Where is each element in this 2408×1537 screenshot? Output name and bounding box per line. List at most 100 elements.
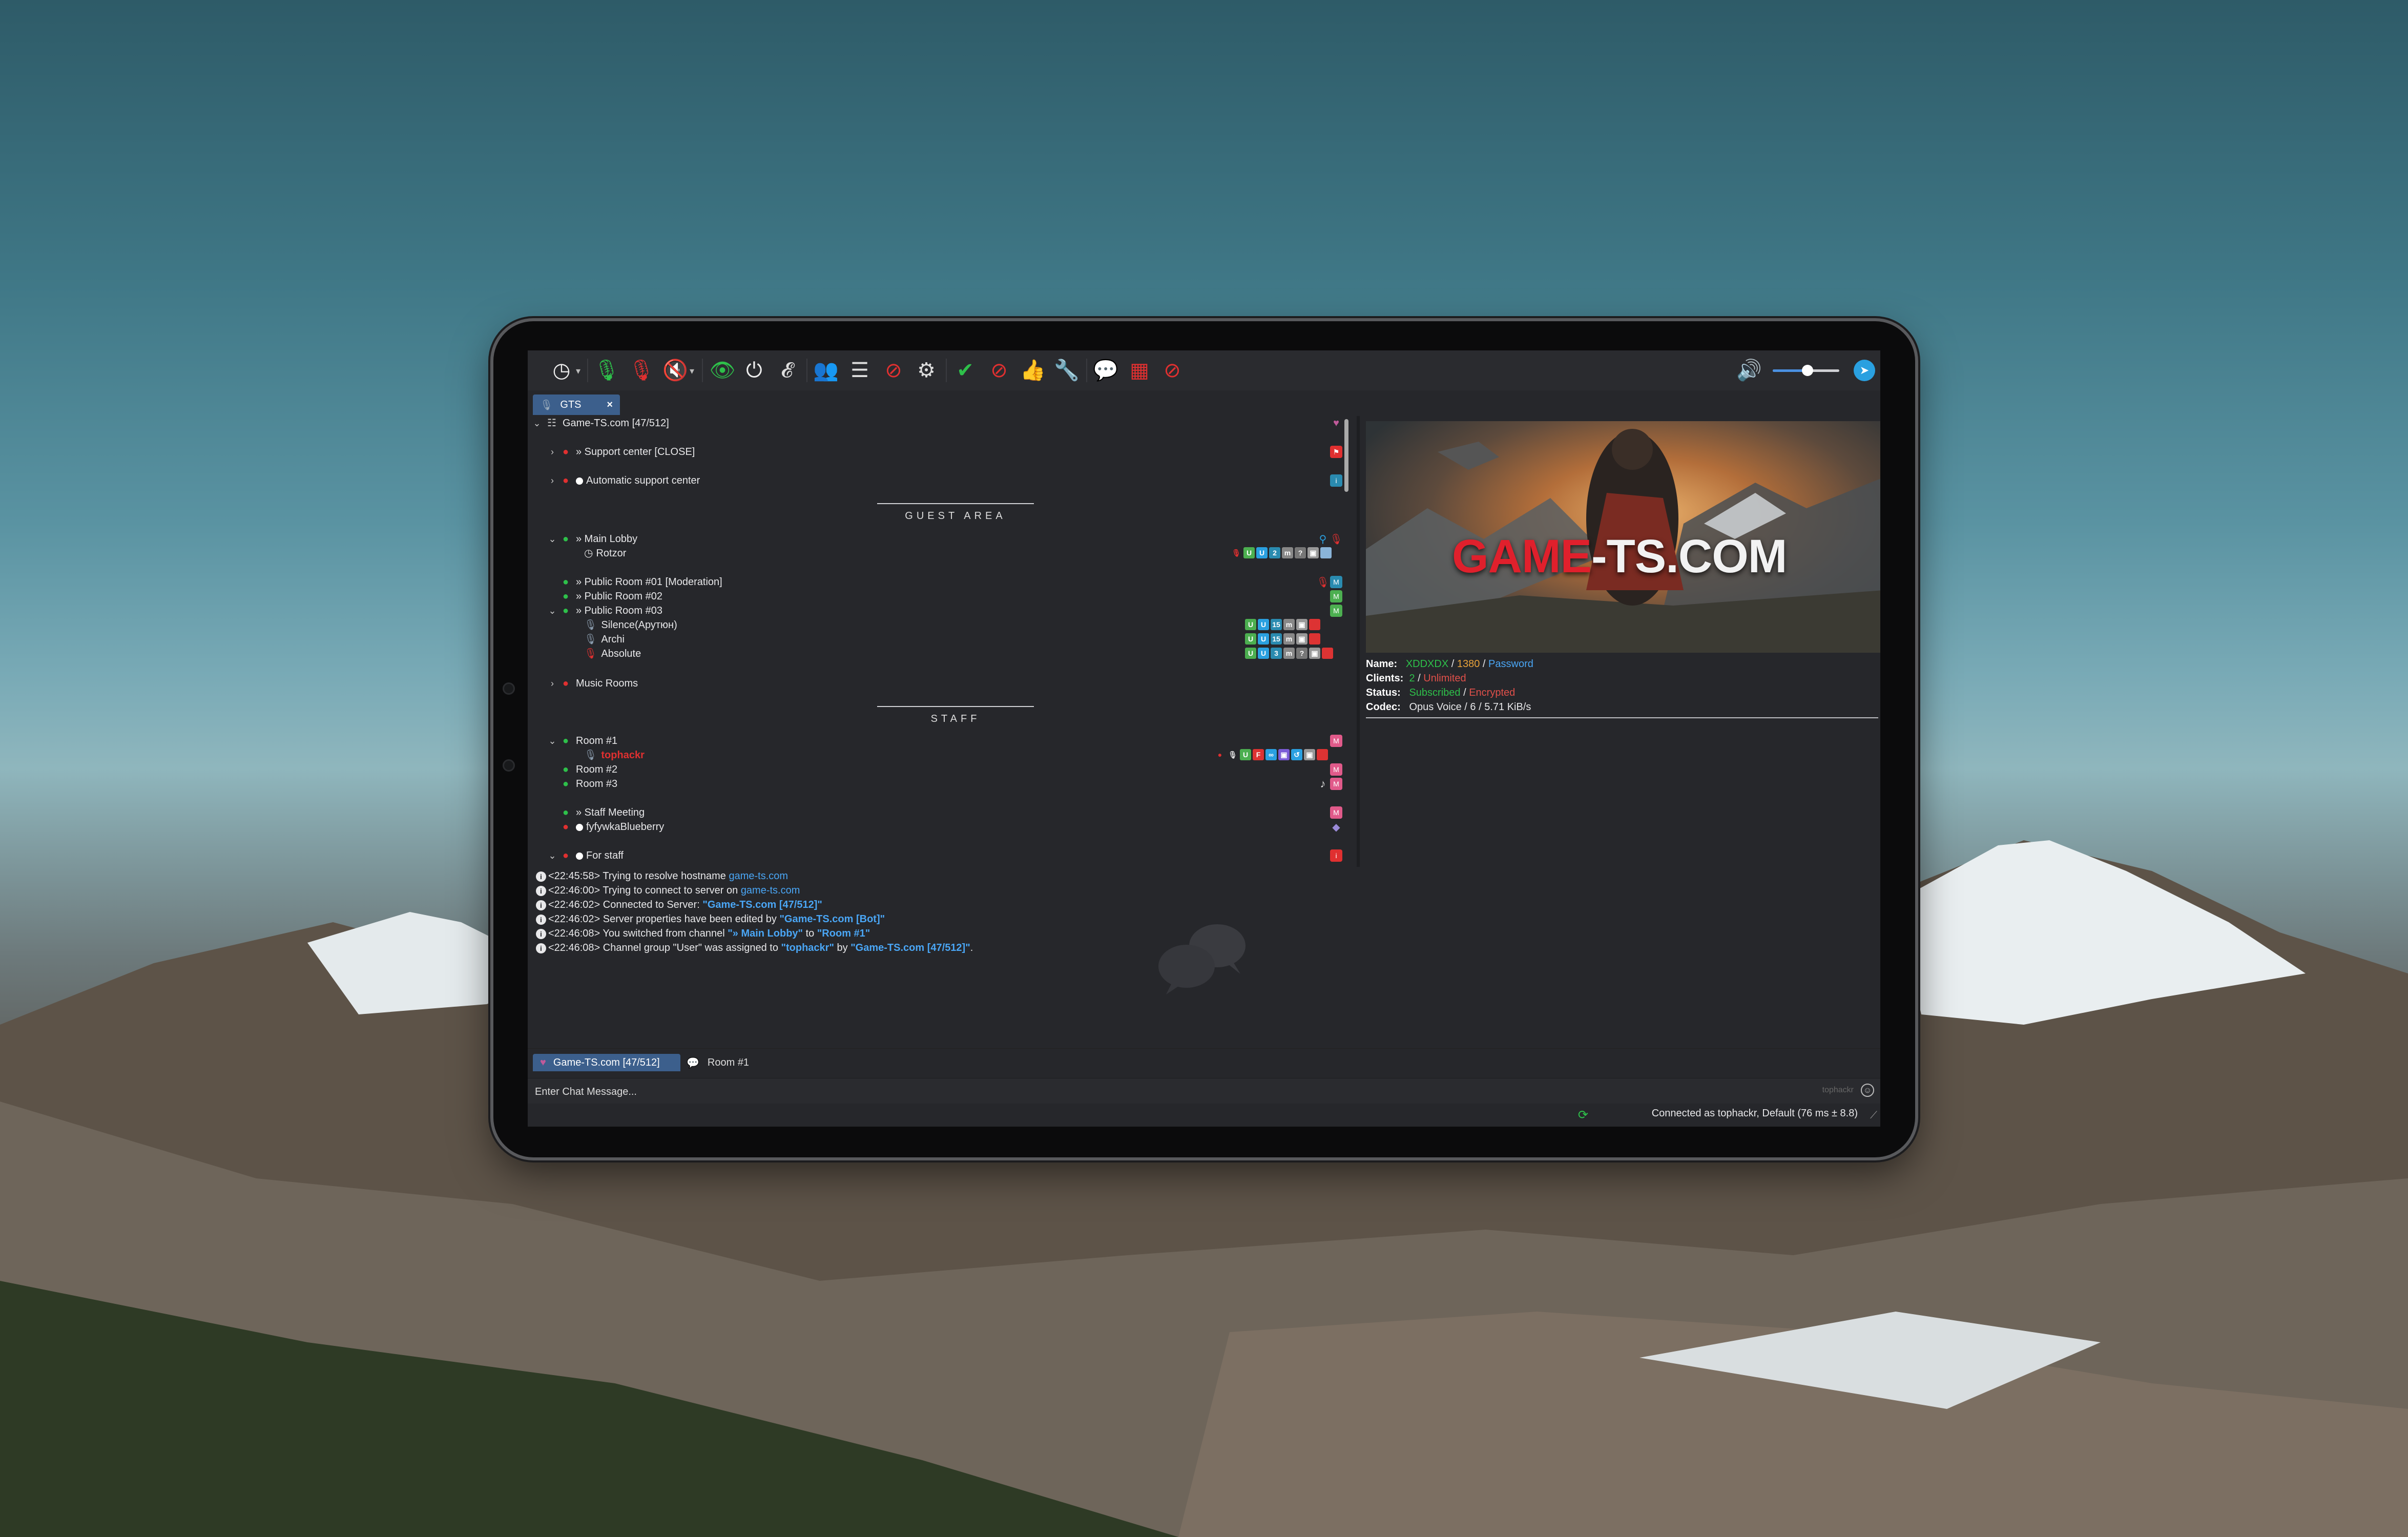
log-text: . bbox=[970, 942, 973, 953]
chat-box-icon[interactable]: ▦ bbox=[1127, 358, 1152, 383]
clients-value: 2 bbox=[1409, 673, 1415, 684]
badge-icon: 2 bbox=[1269, 547, 1280, 558]
chevron-right-icon[interactable]: › bbox=[547, 473, 557, 488]
chevron-down-icon[interactable]: ⌄ bbox=[547, 604, 557, 618]
log-link[interactable]: game-ts.com bbox=[729, 870, 788, 882]
chat-message-input[interactable] bbox=[534, 1084, 1791, 1100]
volume-icon[interactable]: 🔊 bbox=[1736, 358, 1762, 383]
badge-icon: U bbox=[1245, 619, 1256, 630]
status-dot bbox=[576, 477, 583, 485]
server-list-icon[interactable]: ☰ bbox=[847, 358, 872, 383]
info-label: Name: bbox=[1366, 658, 1398, 670]
contacts-icon[interactable]: 👥 bbox=[813, 358, 839, 383]
no-chat-icon[interactable]: ⊘ bbox=[1160, 358, 1185, 383]
chat-tab-label: Room #1 bbox=[707, 1056, 750, 1068]
info-divider bbox=[1366, 717, 1878, 718]
user-archi[interactable]: 🎙 Archi bbox=[584, 632, 625, 647]
log-link[interactable]: "» Main Lobby" bbox=[728, 928, 803, 939]
channel-icon: ● bbox=[563, 764, 569, 775]
info-icon: i bbox=[1330, 474, 1342, 487]
server-name-value: XDDXDX bbox=[1405, 658, 1449, 670]
log-link[interactable]: "Room #1" bbox=[817, 928, 870, 939]
badge-icon: 15 bbox=[1271, 633, 1282, 645]
speaker-muted-icon[interactable]: 🔇 bbox=[662, 358, 688, 383]
password-link[interactable]: Password bbox=[1488, 658, 1533, 670]
ear-icon[interactable]: 𝓔 bbox=[775, 358, 799, 383]
user-silence[interactable]: 🎙 Silence(Арутюн) bbox=[584, 618, 677, 632]
channel-label: Room #1 bbox=[576, 735, 618, 746]
wrench-icon[interactable]: 🔧 bbox=[1054, 358, 1080, 383]
badge-icon: U bbox=[1258, 633, 1269, 645]
badge-icon: U bbox=[1256, 547, 1268, 558]
server-name: Game-TS.com [47/512] bbox=[563, 418, 669, 429]
channel-type-icon: M bbox=[1330, 806, 1342, 819]
chevron-down-icon[interactable]: ⌄ bbox=[547, 532, 557, 546]
flag-icon bbox=[1309, 619, 1320, 630]
resize-grip-icon[interactable]: ⟋ bbox=[1870, 1110, 1877, 1121]
mic-muted-icon[interactable]: 🎙 bbox=[629, 358, 655, 383]
flag-icon bbox=[1309, 633, 1320, 645]
channel-type-icon: M bbox=[1330, 735, 1342, 747]
channel-type-icon: M bbox=[1330, 778, 1342, 790]
log-link[interactable]: "tophackr" bbox=[781, 942, 834, 953]
server-log: i <22:45:58> Trying to resolve hostname g… bbox=[528, 869, 1880, 1052]
log-line: i <22:46:08> Channel group "User" was ass… bbox=[536, 941, 973, 955]
info-icon: i bbox=[536, 928, 546, 939]
chevron-down-icon[interactable]: ▾ bbox=[690, 366, 694, 377]
user-name: Absolute bbox=[601, 648, 641, 659]
microphone-icon[interactable]: 🎙 bbox=[594, 358, 620, 383]
emoji-icon[interactable]: ☺ bbox=[1861, 1084, 1874, 1097]
server-tab-gts[interactable]: 🎙 GTS × bbox=[533, 394, 620, 415]
log-text: by bbox=[834, 942, 851, 953]
chevron-down-icon[interactable]: ▾ bbox=[576, 366, 580, 377]
volume-handle[interactable] bbox=[1801, 365, 1813, 376]
chat-tab-server[interactable]: ♥ Game-TS.com [47/512] bbox=[533, 1054, 680, 1071]
channel-icon: ● bbox=[563, 591, 569, 602]
user-absolute[interactable]: 🎙 Absolute bbox=[584, 647, 641, 661]
log-text: Trying to resolve hostname bbox=[603, 870, 729, 882]
teamspeak-window: ◷ ▾ 🎙 🎙 🔇 ▾ 👁 ⏻ 𝓔 👥 ☰ ⊘ ⚙ ✔ ⊘ 👍 🔧 💬 ▦ ⊘ … bbox=[528, 350, 1880, 1127]
badge-icon: ▣ bbox=[1309, 648, 1320, 659]
banner-logo: GAME-TS.COM bbox=[1452, 530, 1787, 584]
chevron-right-icon[interactable]: › bbox=[547, 676, 557, 691]
user-name: Rotzor bbox=[596, 548, 627, 559]
user-name: Archi bbox=[601, 634, 625, 645]
log-link[interactable]: game-ts.com bbox=[741, 885, 800, 896]
log-link[interactable]: "Game-TS.com [47/512]" bbox=[702, 899, 822, 910]
eye-icon[interactable]: 👁 bbox=[710, 358, 736, 383]
info-codec-row: Codec: Opus Voice / 6 / 5.71 KiB/s bbox=[1366, 700, 1531, 714]
camera-dot bbox=[503, 682, 515, 695]
settings-icon[interactable]: ⚙ bbox=[914, 358, 939, 383]
log-link[interactable]: "Game-TS.com [47/512]" bbox=[850, 942, 970, 953]
badge-icon: ▣ bbox=[1296, 619, 1307, 630]
server-banner[interactable]: GAME-TS.COM bbox=[1366, 421, 1880, 653]
away-icon[interactable]: ⊘ bbox=[987, 358, 1011, 383]
chevron-down-icon[interactable]: ⌄ bbox=[532, 416, 542, 430]
chevron-down-icon[interactable]: ⌄ bbox=[547, 848, 557, 863]
server-tab-label: GTS bbox=[560, 399, 582, 410]
badge-icon: U bbox=[1245, 633, 1256, 645]
mic-muted-icon: 🎙 bbox=[1330, 533, 1343, 545]
block-icon[interactable]: ⊘ bbox=[881, 358, 906, 383]
tree-scrollbar[interactable] bbox=[1344, 419, 1348, 492]
thumbs-up-icon[interactable]: 👍 bbox=[1020, 358, 1046, 383]
power-icon[interactable]: ⏻ bbox=[742, 358, 766, 383]
chat-icon[interactable]: 💬 bbox=[1093, 358, 1118, 383]
log-text: Server properties have been edited by bbox=[603, 913, 780, 925]
chevron-right-icon[interactable]: › bbox=[547, 445, 557, 459]
log-link[interactable]: "Game-TS.com [Bot]" bbox=[779, 913, 885, 925]
heart-icon: ♥ bbox=[1333, 417, 1339, 429]
telegram-icon[interactable]: ➤ bbox=[1854, 360, 1875, 381]
status-bar: ⟳ Connected as tophackr, Default (76 ms … bbox=[528, 1104, 1880, 1127]
mic-muted-icon: 🎙 bbox=[1232, 548, 1241, 557]
channel-icon: ● bbox=[563, 533, 569, 545]
user-tophackr[interactable]: 🎙 tophackr bbox=[584, 748, 645, 762]
close-tab-button[interactable]: × bbox=[607, 399, 613, 411]
volume-slider[interactable] bbox=[1773, 365, 1839, 376]
chat-tab-room-1[interactable]: 💬 Room #1 bbox=[687, 1054, 749, 1071]
check-icon[interactable]: ✔ bbox=[953, 358, 978, 383]
user-rotzor[interactable]: ◷ Rotzor bbox=[584, 546, 626, 560]
chevron-down-icon[interactable]: ⌄ bbox=[547, 734, 557, 748]
history-icon[interactable]: ◷ bbox=[549, 358, 574, 383]
banner-logo-red: GAME bbox=[1452, 530, 1592, 583]
